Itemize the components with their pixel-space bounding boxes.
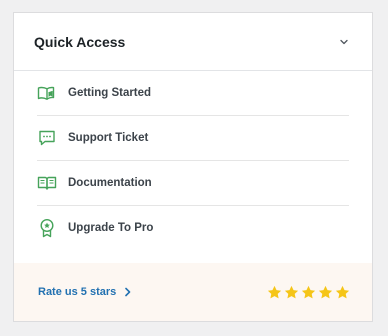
quick-access-list: Getting Started Support Ticket Documenta… [14,71,372,250]
rating-footer: Rate us 5 stars [14,263,372,321]
star-icon[interactable] [317,284,333,300]
rate-us-label: Rate us 5 stars [38,286,117,298]
book-icon [37,173,57,193]
card-header: Quick Access [14,13,372,71]
award-badge-icon [37,218,57,238]
list-item-label: Documentation [68,177,152,189]
star-icon[interactable] [334,284,350,300]
chevron-right-icon [124,287,132,297]
list-item-support-ticket[interactable]: Support Ticket [37,116,349,161]
book-open-icon [37,83,57,103]
card-title: Quick Access [34,33,126,50]
star-icon[interactable] [266,284,282,300]
list-item-label: Upgrade To Pro [68,222,154,234]
list-item-label: Getting Started [68,87,152,99]
chat-bubble-icon [37,128,57,148]
list-item-label: Support Ticket [68,132,149,144]
star-icon[interactable] [300,284,316,300]
quick-access-card: Quick Access Getting Started Support Tic… [13,12,373,322]
star-icon[interactable] [283,284,299,300]
star-rating [266,284,350,300]
list-item-upgrade-to-pro[interactable]: Upgrade To Pro [37,206,349,250]
rate-us-link[interactable]: Rate us 5 stars [38,286,132,298]
list-item-getting-started[interactable]: Getting Started [37,71,349,116]
chevron-down-icon[interactable] [336,34,352,50]
list-item-documentation[interactable]: Documentation [37,161,349,206]
